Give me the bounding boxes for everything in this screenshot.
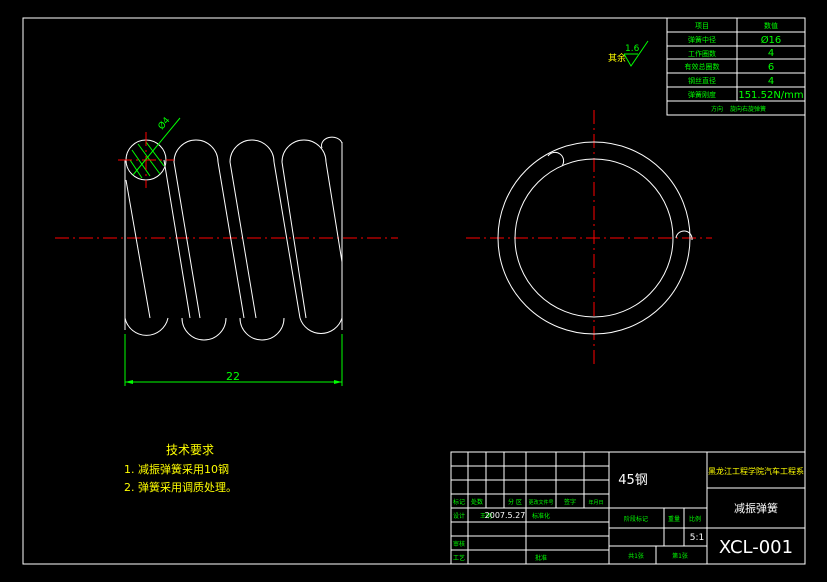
designer-label: 设计 bbox=[453, 512, 465, 520]
scale-label: 比例 bbox=[689, 515, 701, 523]
param-label: 弹簧刚度 bbox=[688, 90, 716, 99]
param-header-item: 项目 bbox=[695, 22, 709, 30]
sign-row-cell: 年月日 bbox=[588, 499, 603, 506]
sign-row-cell: 处数 bbox=[471, 498, 483, 506]
param-value: Ø16 bbox=[761, 34, 782, 46]
title-block: 45钢 黑龙江工程学院汽车工程系 减振弹簧 XCL-001 5:1 阶段标记 重… bbox=[450, 451, 806, 565]
spring-end-view bbox=[466, 110, 712, 368]
school-name: 黑龙江工程学院汽车工程系 bbox=[708, 466, 804, 476]
tech-req-item: 1. 减振弹簧采用10钢 bbox=[124, 462, 229, 476]
part-name: 减振弹簧 bbox=[734, 501, 778, 515]
spring-front-view: Ø4 22 bbox=[55, 115, 398, 386]
sheet-total: 共1张 bbox=[628, 552, 644, 560]
param-label: 有效总圈数 bbox=[685, 62, 720, 71]
param-label: 弹簧中径 bbox=[688, 35, 716, 44]
spring-parameter-table: 项目 数值 弹簧中径 Ø16 工作圈数 4 有效总圈数 6 钢丝直径 4 弹簧刚… bbox=[666, 17, 806, 116]
tech-req-item: 2. 弹簧采用调质处理。 bbox=[124, 480, 237, 494]
sign-row-cell: 分 区 bbox=[508, 498, 522, 506]
param-value: 6 bbox=[768, 62, 774, 73]
weight-label: 重量 bbox=[668, 515, 680, 523]
param-footer-label: 方向 bbox=[711, 105, 723, 113]
length-dimension: 22 bbox=[226, 370, 240, 383]
param-label: 工作圈数 bbox=[688, 49, 716, 58]
audit-label: 审核 bbox=[453, 540, 465, 548]
param-label: 钢丝直径 bbox=[688, 76, 716, 85]
sign-row-cell: 签字 bbox=[564, 498, 576, 506]
roughness-value: 1.6 bbox=[625, 44, 640, 54]
sign-row-cell: 标记 bbox=[453, 498, 465, 506]
sheet-number: 第1张 bbox=[672, 552, 688, 560]
approve-label: 批准 bbox=[535, 554, 547, 562]
drawing-canvas: 项目 数值 弹簧中径 Ø16 工作圈数 4 有效总圈数 6 钢丝直径 4 弹簧刚… bbox=[22, 17, 806, 565]
scale-value: 5:1 bbox=[690, 533, 704, 543]
tech-req-title: 技术要求 bbox=[166, 443, 214, 457]
drawing-number: XCL-001 bbox=[719, 537, 793, 558]
param-footer-value: 旋向右旋弹簧 bbox=[730, 105, 766, 113]
param-value: 151.52N/mm bbox=[738, 90, 803, 101]
technical-requirements: 技术要求 1. 减振弹簧采用10钢 2. 弹簧采用调质处理。 bbox=[124, 443, 237, 494]
roughness-prefix: 其余 bbox=[608, 52, 626, 64]
material: 45钢 bbox=[618, 473, 648, 488]
param-header-value: 数值 bbox=[764, 21, 778, 30]
stage-label: 阶段标记 bbox=[624, 515, 648, 523]
param-value: 4 bbox=[768, 48, 774, 59]
sign-row-cell: 更改文件号 bbox=[528, 499, 553, 506]
param-value: 4 bbox=[768, 76, 774, 87]
craft-label: 工艺 bbox=[453, 554, 465, 562]
std-label: 标准化 bbox=[532, 512, 550, 520]
design-date: 2007.5.27 bbox=[485, 511, 526, 520]
surface-roughness-symbol: 其余 1.6 bbox=[608, 40, 649, 67]
